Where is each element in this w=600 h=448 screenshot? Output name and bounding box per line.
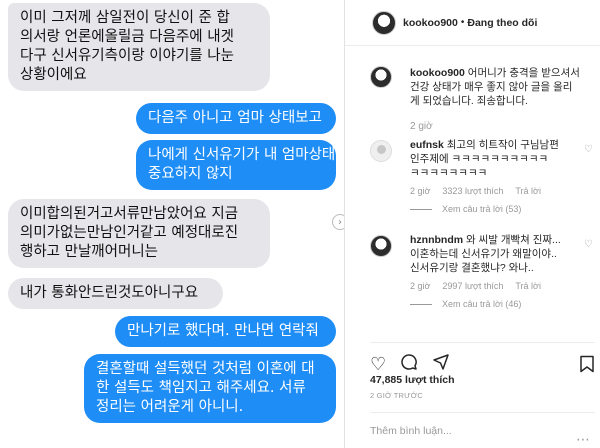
avatar[interactable] [372,10,396,35]
chat-conversation: 이미 그저께 삼일전이 당신이 준 합 의서랑 언론에올릴금 다음주에 내겟 다… [0,0,344,448]
message-line: 만나기로 했다며. 만나면 연락줘 [127,323,319,339]
caption-line: 게 되었습니다. 죄송합니다. [410,95,528,107]
caption-line: 어머니가 충격을 받으셔서 [467,67,580,79]
like-count[interactable]: 47,885 lượt thích [370,374,455,386]
comment-line: ㅋㅋㅋㅋㅋㅋㅋㅋ [410,167,488,179]
message-line: 다음주 아니고 엄마 상태보고 [148,110,322,126]
view-replies-button[interactable]: Xem câu trả lời (46) [410,299,595,309]
view-replies-label[interactable]: Xem câu trả lời (46) [442,299,521,309]
view-replies-button[interactable]: Xem câu trả lời (53) [410,204,595,214]
reply-button[interactable]: Trả lời [515,281,541,291]
comment-meta: 2 giờ 3323 lượt thích Trả lời [410,186,595,196]
comment-likes[interactable]: 3323 lượt thích [442,186,503,196]
message-line: 행하고 만날깨어머니는 [20,244,159,260]
share-icon[interactable] [432,353,450,374]
avatar[interactable] [370,66,392,88]
divider [410,208,432,210]
divider [410,303,432,305]
comment-line: 최고의 히트작이 구님남편 [446,139,559,151]
comment-line: 와 씨발 개빡쳐 진짜... [466,234,561,246]
caption-username[interactable]: kookoo900 [410,67,465,79]
separator-dot: • [460,17,465,28]
post-username[interactable]: kookoo900 [403,17,458,29]
comment-icon[interactable] [400,353,418,374]
bookmark-icon[interactable] [579,355,595,376]
outgoing-message: 다음주 아니고 엄마 상태보고 [136,103,336,134]
message-line: 나에게 신서유기가 내 엄마상태보다 [148,147,344,163]
message-line: 중요하지 않지 [148,166,233,182]
message-line: 이미 그저께 삼일전이 당신이 준 합 [20,10,230,26]
more-dots-icon[interactable]: ⋯ [576,432,590,448]
comment-line: 인주제에 ㅋㅋㅋㅋㅋㅋㅋㅋㅋㅋ [410,153,549,165]
heart-icon[interactable]: ♡ [584,144,593,155]
outgoing-message: 결혼할때 설득했던 것처럼 이혼에 대 한 설득도 책임지고 해주세요. 서류 … [84,354,336,423]
message-line: 상황이에요 [20,67,87,83]
follow-status-button[interactable]: Đang theo dõi [467,17,537,29]
comment-likes[interactable]: 2997 lượt thích [442,281,503,291]
comment-line: 이혼하는데 신서유기가 왜말이야.. [410,248,557,260]
message-line: 이미합의된거고서류만남았어요 지금 [20,206,239,222]
comment-line: 신서유기랑 결혼했냐? 와나.. [410,262,534,274]
post-header: kookoo900 • Đang theo dõi [345,0,600,46]
avatar[interactable] [370,140,392,162]
comment: ♡ hznnbndm 와 씨발 개빡쳐 진짜... 이혼하는데 신서유기가 왜말… [370,233,595,309]
caption-time: 2 giờ [410,121,433,132]
post-caption: kookoo900 어머니가 충격을 받으셔서 건강 상태가 매우 좋지 않아 … [370,66,595,132]
post-actions: ♡ [370,342,595,374]
comment: ♡ eufnsk 최고의 히트작이 구님남편 인주제에 ㅋㅋㅋㅋㅋㅋㅋㅋㅋㅋ ㅋ… [370,138,595,214]
caption-text: kookoo900 어머니가 충격을 받으셔서 건강 상태가 매우 좋지 않아 … [410,66,595,108]
message-line: 한 설득도 책임지고 해주세요. 서류 [96,380,306,396]
heart-icon[interactable]: ♡ [370,355,386,373]
caption-line: 건강 상태가 매우 좋지 않아 글을 올리 [410,81,573,93]
view-replies-label[interactable]: Xem câu trả lời (53) [442,204,521,214]
comment-meta: 2 giờ 2997 lượt thích Trả lời [410,281,595,291]
incoming-message: 이미합의된거고서류만남았어요 지금 의미가없는만남인거같고 예정대로진 행하고 … [8,199,270,268]
comment-username[interactable]: eufnsk [410,139,444,151]
message-line: 다구 신서유기측이랑 이야기를 나눈 [20,48,234,64]
comment-username[interactable]: hznnbndm [410,234,463,246]
message-line: 결혼할때 설득했던 것처럼 이혼에 대 [96,361,315,377]
comment-text: hznnbndm 와 씨발 개빡쳐 진짜... 이혼하는데 신서유기가 왜말이야… [410,233,595,275]
comment-time: 2 giờ [410,281,431,291]
comment-input[interactable]: Thêm bình luận... [370,412,595,448]
message-line: 정리는 어려운게 아니니. [96,399,244,415]
heart-icon[interactable]: ♡ [584,239,593,250]
incoming-message: 내가 통화안드린것도아니구요 [8,278,223,309]
message-line: 의서랑 언론에올릴금 다음주에 내겟 [20,29,234,45]
reply-button[interactable]: Trả lời [515,186,541,196]
instagram-post-panel: kookoo900 • Đang theo dõi kookoo900 어머니가… [344,0,600,448]
outgoing-message: 만나기로 했다며. 만나면 연락줘 [115,316,336,347]
comment-text: eufnsk 최고의 히트작이 구님남편 인주제에 ㅋㅋㅋㅋㅋㅋㅋㅋㅋㅋ ㅋㅋㅋ… [410,138,595,180]
message-line: 의미가없는만남인거같고 예정대로진 [20,225,239,241]
comment-time: 2 giờ [410,186,431,196]
post-time: 2 GIỜ TRƯỚC [370,391,424,400]
incoming-message: 이미 그저께 삼일전이 당신이 준 합 의서랑 언론에올릴금 다음주에 내겟 다… [8,3,270,91]
avatar[interactable] [370,235,392,257]
message-line: 내가 통화안드린것도아니구요 [20,285,199,301]
outgoing-message: 나에게 신서유기가 내 엄마상태보다 중요하지 않지 [136,140,344,190]
